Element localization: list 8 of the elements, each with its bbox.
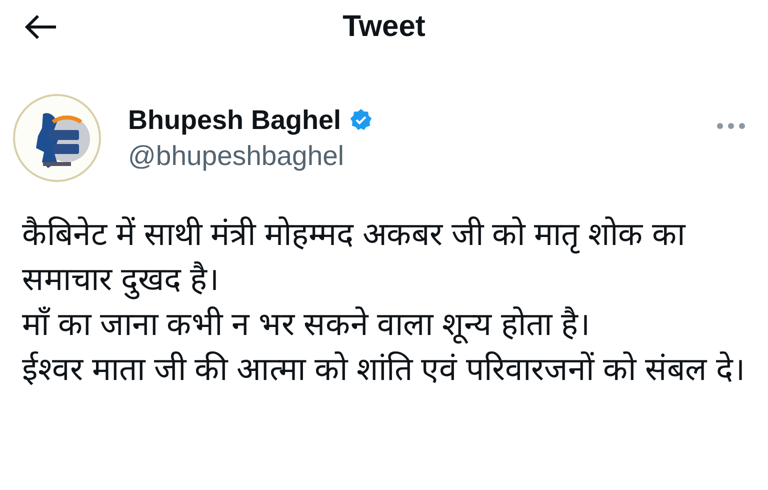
more-options-icon[interactable]: [716, 122, 746, 130]
tweet-text: कैबिनेट में साथी मंत्री मोहम्मद अकबर जी को मातृ शोक का समाचार दुखद है।: [22, 212, 746, 302]
author-handle: @bhupeshbaghel: [128, 140, 346, 172]
tweet-text: माँ का जाना कभी न भर सकने वाला शून्य होता है।: [22, 305, 591, 346]
author-name: Bhupesh Baghel: [128, 104, 342, 136]
tweet-text: ईश्वर माता जी की आत्मा को शांति एवं परिवारजनों को संबल दे।: [22, 350, 746, 389]
back-button[interactable]: [24, 14, 58, 40]
page-title: Tweet: [342, 10, 426, 44]
